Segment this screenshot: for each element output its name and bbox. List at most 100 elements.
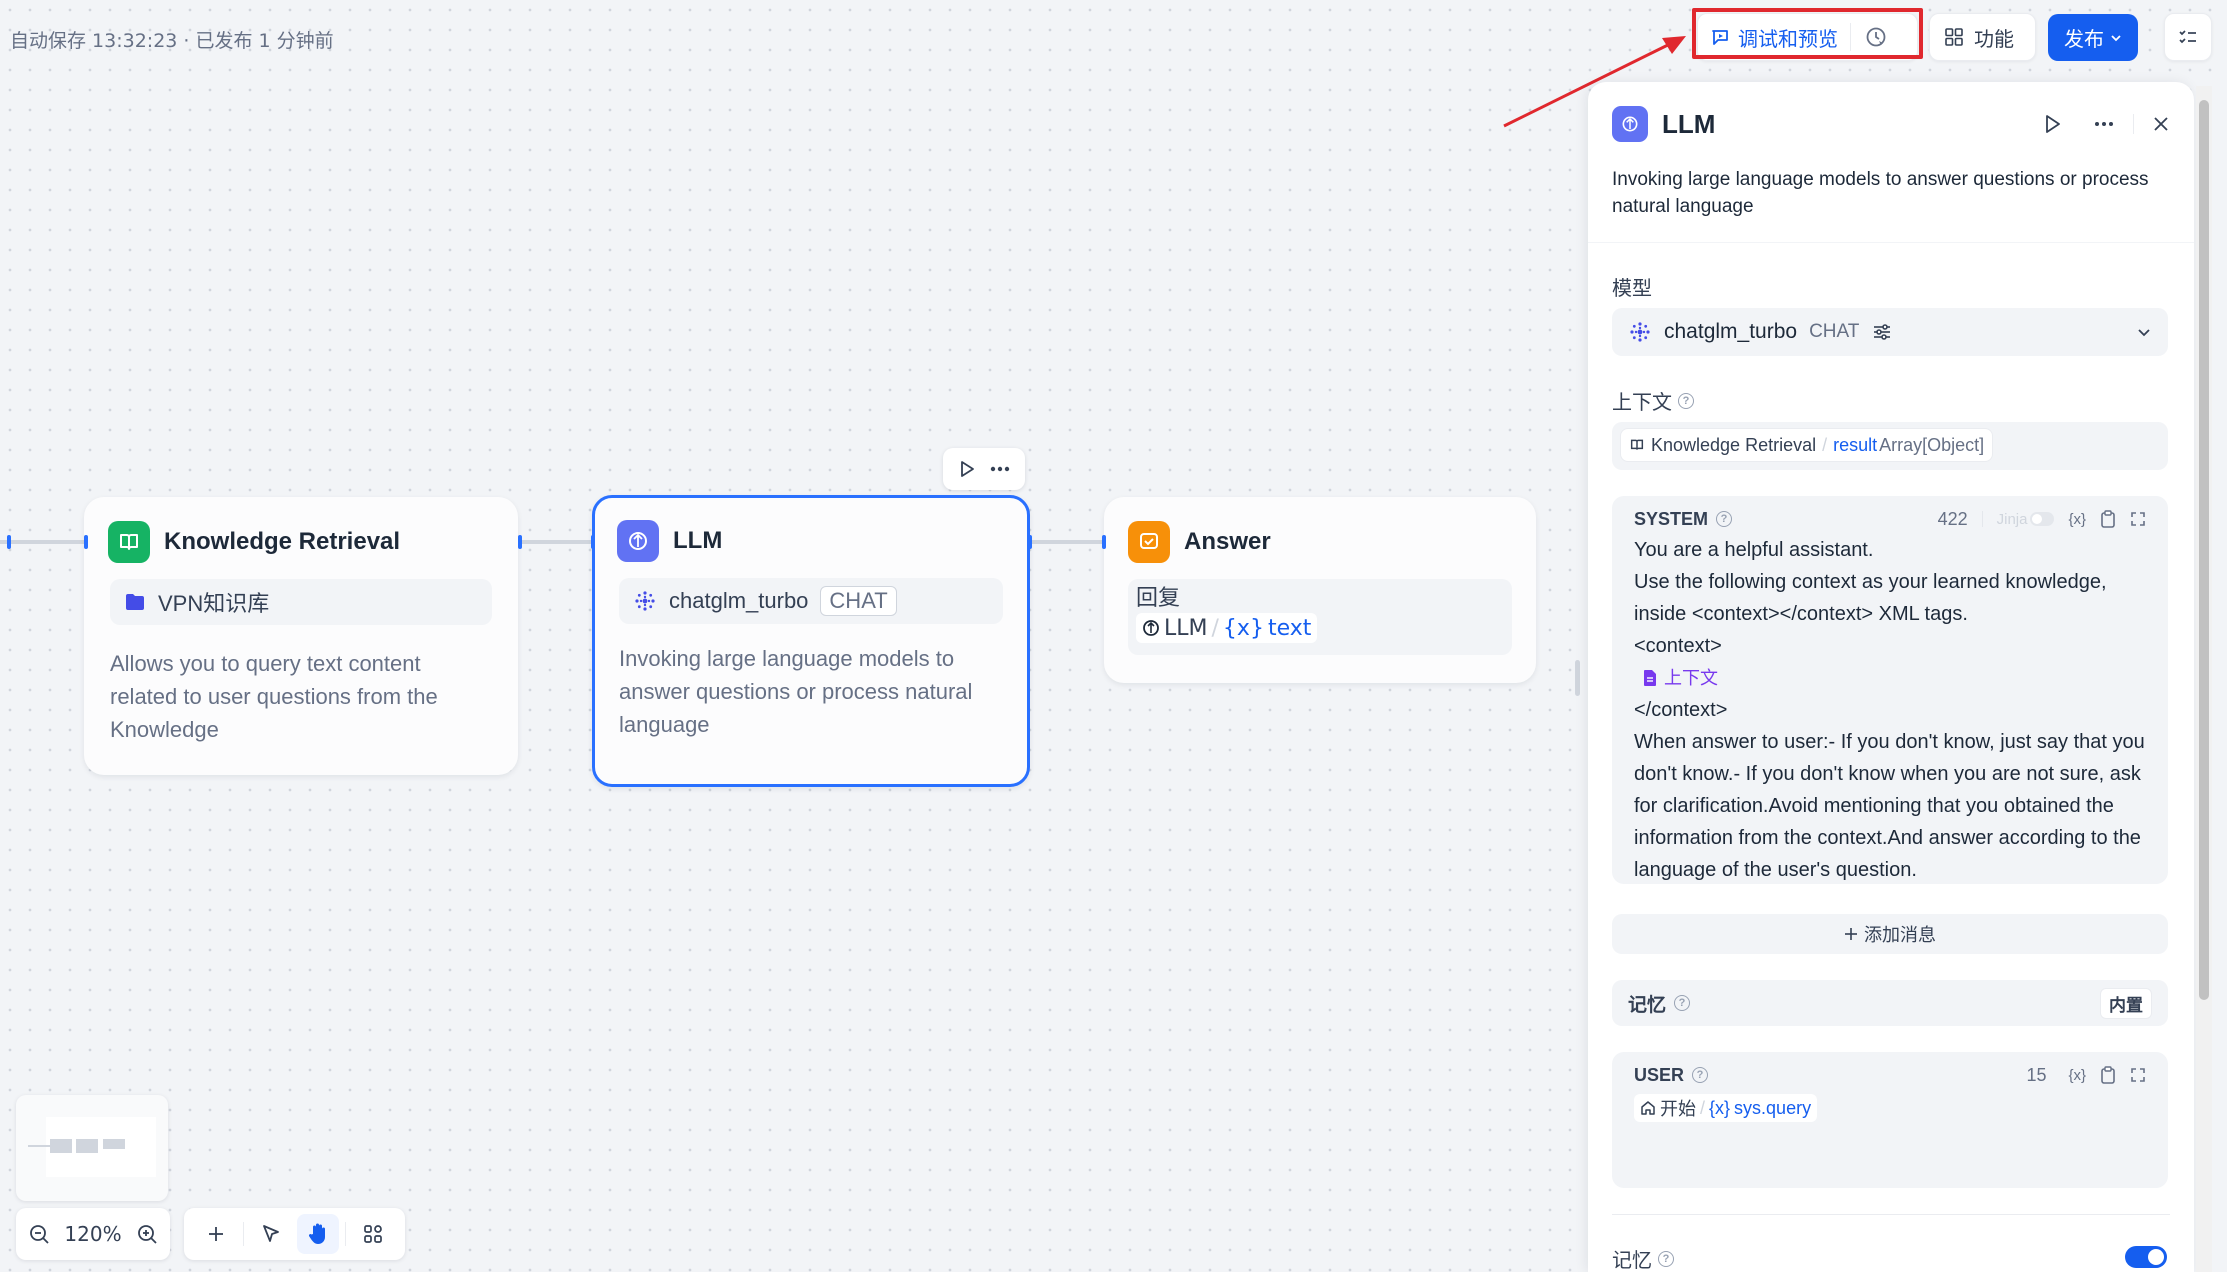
- variable-icon: {x}: [1709, 1097, 1731, 1118]
- publish-button[interactable]: 发布: [2048, 14, 2138, 61]
- node-description: Allows you to query text content related…: [110, 651, 438, 742]
- context-separator: /: [1822, 434, 1828, 455]
- source-handle[interactable]: [1028, 535, 1032, 549]
- source-handle[interactable]: [7, 535, 11, 549]
- var-separator: /: [1700, 1097, 1706, 1118]
- divider: [242, 1222, 244, 1246]
- help-icon[interactable]: ?: [1692, 1067, 1709, 1083]
- more-icon[interactable]: [989, 459, 1011, 479]
- panel-scrollbar[interactable]: [2196, 86, 2212, 1272]
- answer-node[interactable]: Answer 回复 LLM / {x} text: [1104, 497, 1536, 683]
- node-title: Answer: [1184, 528, 1271, 555]
- hand-mode-button[interactable]: [297, 1214, 340, 1254]
- dataset-chip: VPN知识库: [110, 579, 492, 625]
- book-icon: [108, 521, 150, 563]
- answer-variable-chip: LLM / {x} text: [1136, 613, 1318, 643]
- checklist-icon: [2179, 30, 2196, 44]
- help-icon[interactable]: ?: [1658, 1250, 1674, 1267]
- memory-builtin-badge: 内置: [2100, 987, 2152, 1019]
- history-icon: [1866, 27, 1886, 47]
- model-mode-tag: CHAT: [820, 586, 897, 616]
- minimap-node: [50, 1139, 72, 1153]
- user-query-variable-chip[interactable]: 开始 / {x} sys.query: [1634, 1094, 1818, 1122]
- pointer-mode-button[interactable]: [250, 1214, 292, 1254]
- zoom-in-icon[interactable]: [136, 1223, 158, 1245]
- var-name: text: [1267, 615, 1312, 641]
- play-icon[interactable]: [957, 459, 977, 479]
- panel-description[interactable]: Invoking large language models to answer…: [1612, 166, 2172, 220]
- user-prompt-editor[interactable]: USER ? 15 {x} 开始 / {x} sys.query: [1612, 1052, 2168, 1188]
- divider: [345, 1222, 347, 1246]
- context-selector[interactable]: Knowledge Retrieval / result Array[Objec…: [1612, 422, 2168, 470]
- zoom-out-icon[interactable]: [28, 1223, 50, 1245]
- context-block-chip[interactable]: 上下文: [1634, 662, 2146, 694]
- memory-toggle[interactable]: [2125, 1246, 2167, 1268]
- node-title: Knowledge Retrieval: [164, 528, 401, 555]
- chevron-down-icon: [2111, 34, 2121, 41]
- folder-icon: [126, 594, 144, 610]
- llm-icon: [1143, 620, 1159, 636]
- home-icon: [1641, 1101, 1655, 1115]
- expand-icon[interactable]: [2130, 511, 2146, 527]
- copy-icon[interactable]: [2100, 510, 2116, 528]
- divider: [2133, 114, 2134, 134]
- model-selector[interactable]: chatglm_turbo CHAT: [1612, 308, 2168, 356]
- features-button[interactable]: 功能: [1929, 13, 2036, 61]
- minimap[interactable]: [16, 1095, 168, 1201]
- features-label: 功能: [1974, 26, 2014, 51]
- help-icon[interactable]: ?: [1674, 995, 1691, 1011]
- help-icon[interactable]: ?: [1716, 511, 1733, 527]
- knowledge-retrieval-node[interactable]: Knowledge Retrieval VPN知识库 Allows you to…: [84, 497, 518, 775]
- system-prompt-editor[interactable]: SYSTEM ? 422 Jinja {x} You are a helpful…: [1612, 496, 2168, 884]
- insert-variable-icon[interactable]: {x}: [2068, 1067, 2086, 1084]
- run-step-icon[interactable]: [2043, 113, 2063, 135]
- publish-label: 发布: [2064, 27, 2104, 51]
- organize-button[interactable]: [352, 1214, 394, 1254]
- variable-icon: {x}: [1222, 615, 1264, 641]
- minimap-node: [103, 1139, 125, 1149]
- target-handle[interactable]: [84, 535, 88, 549]
- system-prompt-text[interactable]: You are a helpful assistant. Use the fol…: [1634, 534, 2146, 886]
- edge-start-knowledge: [0, 540, 86, 544]
- model-label: 模型: [1612, 278, 1652, 300]
- llm-icon: [617, 520, 659, 562]
- run-history-button[interactable]: [1851, 14, 1901, 60]
- zoom-level[interactable]: 120%: [64, 1222, 121, 1246]
- minimap-node: [76, 1139, 98, 1153]
- plus-icon: [208, 1227, 223, 1241]
- var-node-name: LLM: [1164, 615, 1208, 641]
- debug-preview-button[interactable]: 调试和预览: [1698, 14, 1850, 60]
- chevron-down-icon: [2138, 329, 2150, 337]
- var-name: sys.query: [1734, 1097, 1812, 1118]
- model-name: chatglm_turbo: [669, 588, 809, 613]
- target-handle[interactable]: [1102, 535, 1106, 549]
- scrollbar-thumb[interactable]: [2199, 100, 2209, 1000]
- message-role[interactable]: SYSTEM: [1634, 509, 1708, 530]
- insert-variable-icon[interactable]: {x}: [2068, 511, 2086, 528]
- checklist-button[interactable]: [2164, 13, 2212, 61]
- more-icon[interactable]: [2093, 114, 2115, 134]
- node-settings-panel: LLM Invoking large language models to an…: [1588, 82, 2194, 1272]
- copy-icon[interactable]: [2100, 1066, 2116, 1084]
- layout-icon: [364, 1225, 382, 1243]
- settings-sliders-icon[interactable]: [1871, 321, 1893, 343]
- model-chip: chatglm_turbo CHAT: [619, 578, 1003, 624]
- jinja-toggle[interactable]: Jinja: [1997, 511, 2055, 528]
- model-name: chatglm_turbo: [1664, 320, 1798, 343]
- target-handle[interactable]: [591, 535, 595, 549]
- chat-play-icon: [1712, 30, 1728, 45]
- model-mode-tag: CHAT: [1809, 321, 1860, 342]
- divider: [1981, 511, 1983, 527]
- node-toolbar: [943, 448, 1025, 490]
- help-icon[interactable]: ?: [1678, 392, 1694, 409]
- panel-title[interactable]: LLM: [1662, 109, 1715, 140]
- debug-preview-label: 调试和预览: [1738, 26, 1838, 51]
- add-message-button[interactable]: 添加消息: [1612, 914, 2168, 954]
- source-handle[interactable]: [518, 535, 522, 549]
- add-node-button[interactable]: [195, 1214, 237, 1254]
- canvas-tools: [184, 1208, 405, 1260]
- expand-icon[interactable]: [2130, 1067, 2146, 1083]
- close-icon[interactable]: [2152, 115, 2170, 133]
- panel-resize-handle[interactable]: [1575, 660, 1580, 696]
- llm-node[interactable]: LLM chatglm_turbo CHAT Invoking large la…: [592, 495, 1030, 787]
